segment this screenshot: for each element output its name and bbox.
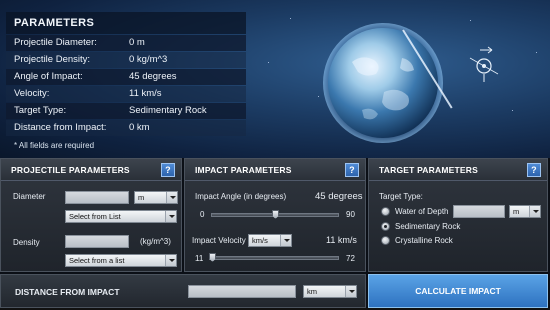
param-value: 0 m — [129, 37, 145, 48]
distance-unit-value: km — [307, 287, 317, 296]
impact-angle-slider-thumb[interactable] — [272, 210, 279, 219]
water-of-depth-label: Water of Depth — [395, 207, 449, 216]
target-help-button[interactable]: ? — [527, 163, 541, 177]
impact-panel-header: IMPACT PARAMETERS ? — [185, 159, 365, 181]
param-value: 0 km — [129, 122, 150, 133]
diameter-list-select[interactable]: Select from List — [65, 210, 177, 223]
distance-input[interactable] — [188, 285, 296, 298]
chevron-down-icon — [165, 255, 176, 266]
velocity-unit-select[interactable]: km/s — [248, 234, 292, 247]
water-depth-unit-select[interactable]: m — [509, 205, 541, 218]
diameter-list-value: Select from List — [69, 212, 121, 221]
distance-unit-select[interactable]: km — [303, 285, 357, 298]
param-row-velocity: Velocity: 11 km/s — [6, 86, 246, 102]
radio-sedimentary-rock[interactable] — [381, 222, 390, 231]
chevron-down-icon — [166, 192, 177, 203]
impact-velocity-slider[interactable] — [209, 256, 339, 260]
chevron-down-icon — [280, 235, 291, 246]
density-input[interactable] — [65, 235, 129, 248]
diameter-input[interactable] — [65, 191, 129, 204]
impact-help-button[interactable]: ? — [345, 163, 359, 177]
space-scene: PARAMETERS Projectile Diameter: 0 m Proj… — [0, 0, 550, 158]
water-depth-input[interactable] — [453, 205, 505, 218]
target-type-label: Target Type: — [379, 192, 423, 201]
distance-label: DISTANCE FROM IMPACT — [15, 287, 120, 297]
param-row-angle: Angle of Impact: 45 degrees — [6, 69, 246, 85]
density-list-select[interactable]: Select from a list — [65, 254, 177, 267]
projectile-panel-header: PROJECTILE PARAMETERS ? — [1, 159, 181, 181]
radio-crystalline-rock[interactable] — [381, 236, 390, 245]
density-list-value: Select from a list — [69, 256, 125, 265]
param-label: Projectile Diameter: — [14, 37, 97, 48]
impact-angle-value: 45 degrees — [315, 191, 363, 202]
water-depth-unit-value: m — [513, 207, 520, 216]
projectile-help-button[interactable]: ? — [161, 163, 175, 177]
impact-angle-max: 90 — [346, 210, 355, 219]
impact-parameters-panel: IMPACT PARAMETERS ? Impact Angle (in deg… — [184, 158, 366, 272]
diameter-unit-value: m — [138, 193, 145, 202]
target-parameters-panel: TARGET PARAMETERS ? Target Type: Water o… — [368, 158, 548, 272]
param-value: 45 degrees — [129, 71, 177, 82]
chevron-down-icon — [345, 286, 356, 297]
param-label: Velocity: — [14, 88, 50, 99]
projectile-parameters-panel: PROJECTILE PARAMETERS ? Diameter m Selec… — [0, 158, 182, 272]
chevron-down-icon — [529, 206, 540, 217]
impact-velocity-value: 11 km/s — [326, 235, 357, 245]
parameters-summary: PARAMETERS Projectile Diameter: 0 m Proj… — [6, 12, 246, 136]
param-value: 0 kg/m^3 — [129, 54, 168, 65]
required-note: * All fields are required — [14, 141, 95, 150]
impact-angle-min: 0 — [200, 210, 205, 219]
param-value: Sedimentary Rock — [129, 105, 207, 116]
chevron-down-icon — [165, 211, 176, 222]
param-label: Projectile Density: — [14, 54, 91, 65]
target-panel-title: TARGET PARAMETERS — [379, 165, 478, 175]
projectile-panel-title: PROJECTILE PARAMETERS — [11, 165, 130, 175]
param-row-diameter: Projectile Diameter: 0 m — [6, 35, 246, 51]
diameter-label: Diameter — [13, 192, 46, 201]
param-label: Distance from Impact: — [14, 122, 107, 133]
velocity-unit-value: km/s — [252, 236, 268, 245]
parameters-rows: Projectile Diameter: 0 m Projectile Dens… — [6, 35, 246, 136]
impact-angle-label: Impact Angle (in degrees) — [195, 192, 287, 201]
impact-panel-title: IMPACT PARAMETERS — [195, 165, 292, 175]
impact-angle-diagram-icon — [468, 44, 508, 84]
density-label: Density — [13, 238, 40, 247]
distance-bar: DISTANCE FROM IMPACT km — [0, 274, 366, 308]
sedimentary-rock-label: Sedimentary Rock — [395, 222, 461, 231]
param-row-distance: Distance from Impact: 0 km — [6, 120, 246, 136]
calculate-impact-button[interactable]: CALCULATE IMPACT — [368, 274, 548, 308]
param-row-target: Target Type: Sedimentary Rock — [6, 103, 246, 119]
impact-velocity-slider-thumb[interactable] — [209, 253, 216, 262]
crystalline-rock-label: Crystalline Rock — [395, 236, 453, 245]
impact-velocity-min: 11 — [195, 254, 204, 263]
diameter-unit-select[interactable]: m — [134, 191, 178, 204]
earth-planet — [322, 22, 444, 144]
param-value: 11 km/s — [129, 88, 162, 99]
impact-velocity-max: 72 — [346, 254, 355, 263]
param-row-density: Projectile Density: 0 kg/m^3 — [6, 52, 246, 68]
density-unit-label: (kg/m^3) — [140, 237, 171, 246]
param-label: Target Type: — [14, 105, 67, 116]
parameters-title: PARAMETERS — [6, 12, 246, 34]
radio-water-of-depth[interactable] — [381, 207, 390, 216]
target-panel-header: TARGET PARAMETERS ? — [369, 159, 547, 181]
impact-velocity-label: Impact Velocity — [192, 236, 246, 245]
param-label: Angle of Impact: — [14, 71, 83, 82]
